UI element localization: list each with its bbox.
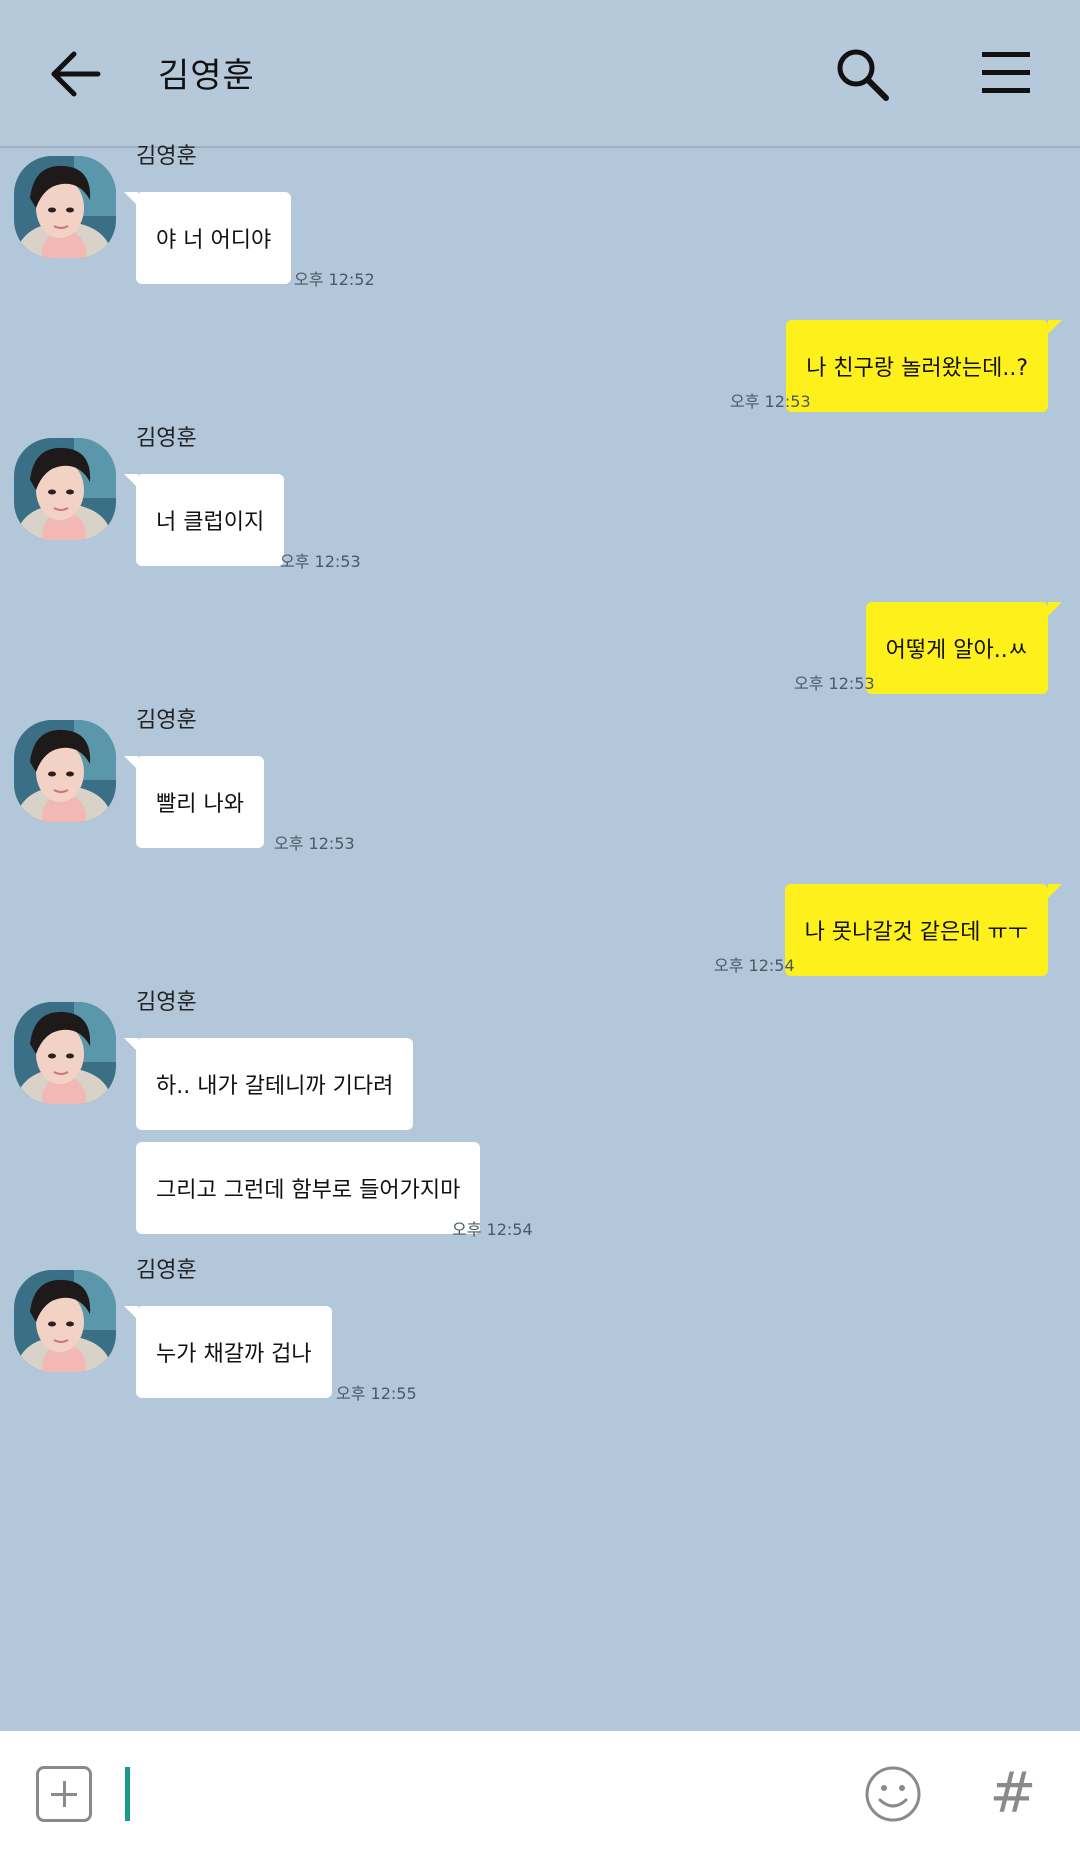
- message-input[interactable]: [118, 1757, 818, 1831]
- hamburger-menu-icon[interactable]: [980, 48, 1032, 98]
- search-icon[interactable]: [832, 44, 892, 104]
- incoming-message-bubble[interactable]: 야 너 어디야: [136, 192, 292, 284]
- sender-name: 김영훈: [136, 1258, 197, 1283]
- message-time: 오후 12:52: [294, 270, 375, 289]
- message-time: 오후 12:54: [452, 1220, 533, 1239]
- outgoing-message-bubble[interactable]: 나 못나갈것 같은데 ㅠㅜ: [784, 884, 1048, 976]
- incoming-message-bubble[interactable]: 그리고 그런데 함부로 들어가지마: [136, 1142, 481, 1234]
- outgoing-message-bubble[interactable]: 어떻게 알아..ㅆ: [865, 602, 1048, 694]
- message-time: 오후 12:53: [280, 552, 361, 571]
- sender-avatar[interactable]: [14, 1270, 116, 1372]
- sender-name: 김영훈: [136, 144, 197, 169]
- plus-square-icon[interactable]: [36, 1766, 92, 1822]
- chat-header: 김영훈: [0, 0, 1080, 148]
- message-time: 오후 12:53: [730, 392, 811, 411]
- chat-title: 김영훈: [158, 56, 255, 96]
- message-time: 오후 12:55: [336, 1384, 417, 1403]
- outgoing-message-bubble[interactable]: 나 친구랑 놀러왔는데..?: [786, 320, 1048, 412]
- message-time: 오후 12:53: [274, 834, 355, 853]
- sender-name: 김영훈: [136, 990, 197, 1015]
- text-cursor: [125, 1767, 130, 1821]
- bubble-tail: [1048, 320, 1062, 334]
- sender-avatar[interactable]: [14, 438, 116, 540]
- message-time: 오후 12:54: [714, 956, 795, 975]
- bubble-tail: [1048, 602, 1062, 616]
- incoming-message-bubble[interactable]: 누가 채갈까 겁나: [136, 1306, 332, 1398]
- message-time: 오후 12:53: [794, 674, 875, 693]
- sender-avatar[interactable]: [14, 1002, 116, 1104]
- back-arrow-icon[interactable]: [48, 46, 104, 102]
- sender-avatar[interactable]: [14, 720, 116, 822]
- message-input-bar: #: [0, 1731, 1080, 1857]
- incoming-message-bubble[interactable]: 하.. 내가 갈테니까 기다려: [136, 1038, 414, 1130]
- bubble-tail: [1048, 884, 1062, 898]
- chat-app: 김영훈 김영훈 야 너 어디야 오후 12:52 나 친구랑 놀러왔는데..? …: [0, 0, 1080, 1857]
- sender-name: 김영훈: [136, 426, 197, 451]
- incoming-message-bubble[interactable]: 너 클럽이지: [136, 474, 285, 566]
- sender-avatar[interactable]: [14, 156, 116, 258]
- smiley-icon[interactable]: [864, 1765, 922, 1823]
- message-list[interactable]: 김영훈 야 너 어디야 오후 12:52 나 친구랑 놀러왔는데..? 오후 1…: [0, 144, 1080, 1730]
- incoming-message-bubble[interactable]: 빨리 나와: [136, 756, 264, 848]
- hashtag-icon[interactable]: #: [988, 1759, 1038, 1829]
- sender-name: 김영훈: [136, 708, 197, 733]
